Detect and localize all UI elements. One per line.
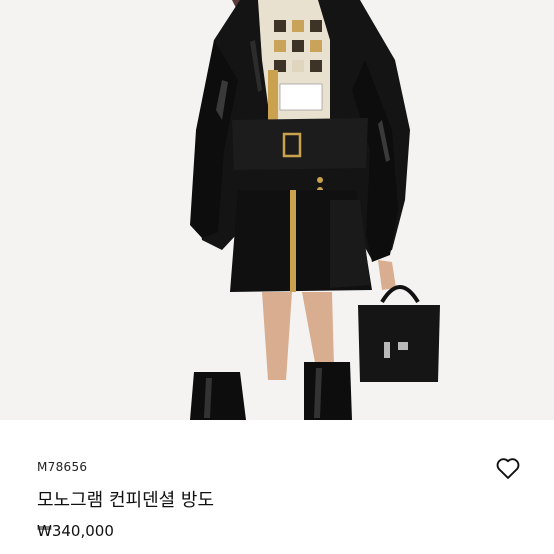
product-info-panel: M78656 모노그램 컨피덴셜 방도 ₩340,000 (0, 420, 554, 554)
product-name: 모노그램 컨피덴셜 방도 (37, 490, 215, 511)
product-image[interactable] (0, 0, 554, 420)
product-price: ₩340,000 (37, 522, 114, 540)
heart-outline-icon (496, 458, 520, 479)
product-detail-page: M78656 모노그램 컨피덴셜 방도 ₩340,000 (0, 0, 554, 554)
product-sku: M78656 (37, 460, 88, 474)
wishlist-heart-icon[interactable] (494, 454, 522, 482)
model-photo-illustration (190, 0, 440, 420)
